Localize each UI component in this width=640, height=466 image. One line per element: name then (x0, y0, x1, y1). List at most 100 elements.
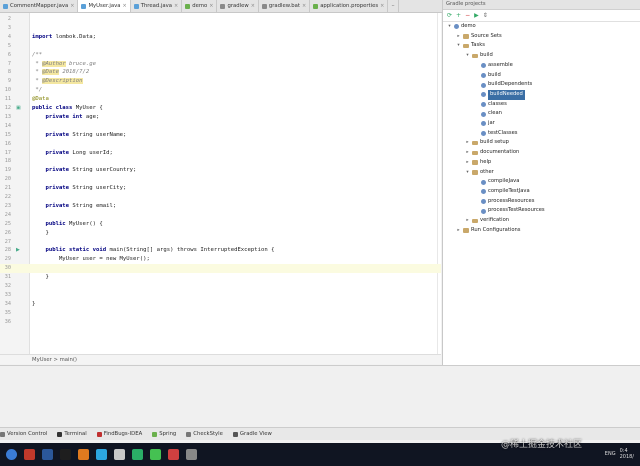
code-line[interactable]: 2 (0, 15, 441, 24)
code-line[interactable]: 11 @Data (0, 95, 441, 104)
taskbar-app-icon[interactable] (24, 449, 35, 460)
tab-0[interactable]: CommentMapper.java × (0, 0, 79, 12)
code-line[interactable]: 5 (0, 42, 441, 51)
chevron-right-icon[interactable]: ▸ (465, 148, 470, 158)
code-line[interactable]: 36 (0, 318, 441, 327)
close-icon[interactable]: × (70, 0, 74, 12)
close-icon[interactable]: × (174, 0, 178, 12)
taskbar-app-icon[interactable] (168, 449, 179, 460)
chevron-right-icon[interactable]: ▸ (465, 158, 470, 168)
tab-2[interactable]: Thread.java × (131, 0, 183, 12)
chevron-down-icon[interactable]: ▾ (465, 51, 470, 61)
remove-icon[interactable]: − (465, 12, 470, 19)
tab-6[interactable]: application.properties × (310, 0, 389, 12)
taskbar-app-icon[interactable] (96, 449, 107, 460)
code-line[interactable]: 17 private Long userId; (0, 149, 441, 158)
tab-overflow[interactable]: ·· (388, 0, 399, 12)
code-line[interactable]: 6 /** (0, 51, 441, 60)
tab-4[interactable]: gradlew × (217, 0, 259, 12)
gradle-tree-node[interactable]: ▸ build setup (465, 138, 509, 148)
add-icon[interactable]: + (456, 12, 461, 19)
taskbar-app-icon[interactable] (132, 449, 143, 460)
gradle-tree-node[interactable]: testClasses (474, 129, 518, 139)
code-line[interactable]: 10 */ (0, 86, 441, 95)
tool-window-3[interactable]: Spring (152, 431, 176, 437)
code-line[interactable]: 25 public MyUser() { (0, 220, 441, 229)
code-line[interactable]: 30 (0, 264, 441, 274)
close-icon[interactable]: × (251, 0, 255, 12)
code-line[interactable]: 9 * @Description (0, 77, 441, 86)
gradle-tree-node[interactable]: processResources (474, 197, 534, 207)
close-icon[interactable]: × (123, 0, 127, 12)
close-icon[interactable]: × (209, 0, 213, 12)
gradle-tree-node[interactable]: ▸ Run Configurations (456, 226, 520, 236)
chevron-right-icon[interactable]: ▸ (465, 216, 470, 226)
taskbar-app-icon[interactable] (6, 449, 17, 460)
chevron-right-icon[interactable]: ▸ (465, 138, 470, 148)
gradle-tree-node[interactable]: ▸ verification (465, 216, 509, 226)
tab-1[interactable]: MyUser.java × (78, 0, 131, 12)
taskbar-app-icon[interactable] (114, 449, 125, 460)
chevron-down-icon[interactable]: ▾ (456, 41, 461, 51)
gradle-tree-node[interactable]: assemble (474, 61, 513, 71)
code-line[interactable]: 22 (0, 193, 441, 202)
code-line[interactable]: 29 MyUser user = new MyUser(); (0, 255, 441, 264)
chevron-right-icon[interactable]: ▸ (456, 226, 461, 236)
code-line[interactable]: 7 * @Author bruce.ge (0, 60, 441, 69)
code-line[interactable]: 27 (0, 238, 441, 247)
taskbar-app-icon[interactable] (150, 449, 161, 460)
gradle-tree-node[interactable]: compileJava (474, 177, 519, 187)
tool-window-5[interactable]: Gradle View (232, 431, 272, 437)
tool-window-2[interactable]: FindBugs-IDEA (96, 431, 142, 437)
code-line[interactable]: 34} (0, 300, 441, 309)
language-indicator[interactable]: ENG (605, 451, 616, 457)
tool-window-0[interactable]: Version Control (0, 431, 47, 437)
breadcrumb[interactable]: MyUser > main() (0, 354, 441, 364)
gradle-tree-node[interactable]: processTestResources (474, 206, 545, 216)
code-line[interactable]: 28 public static void main(String[] args… (0, 246, 441, 255)
code-line[interactable]: 12 public class MyUser { (0, 104, 441, 113)
code-line[interactable]: 3 (0, 24, 441, 33)
gradle-tree-node[interactable]: buildDependents (474, 80, 532, 90)
gradle-tree-node[interactable]: classes (474, 100, 507, 110)
code-line[interactable]: 20 (0, 175, 441, 184)
code-line[interactable]: 4 import lombok.Data; (0, 33, 441, 42)
class-gutter-icon[interactable]: ▣ (16, 105, 21, 111)
code-line[interactable]: 16 (0, 140, 441, 149)
gradle-tree-node[interactable]: ▾ build (465, 51, 493, 61)
tool-window-4[interactable]: CheckStyle (186, 431, 223, 437)
code-line[interactable]: 19 private String userCountry; (0, 166, 441, 175)
code-line[interactable]: 13 private int age; (0, 113, 441, 122)
code-line[interactable]: 14 (0, 122, 441, 131)
chevron-right-icon[interactable]: ▸ (456, 32, 461, 42)
gradle-tree-node[interactable]: ▾ Tasks (456, 41, 485, 51)
code-line[interactable]: 18 (0, 157, 441, 166)
code-line[interactable]: 33 (0, 291, 441, 300)
code-line[interactable]: 8 * @Date 2018/7/2 (0, 68, 441, 77)
code-line[interactable]: 24 (0, 211, 441, 220)
code-line[interactable]: 26 } (0, 229, 441, 238)
code-line[interactable]: 23 private String email; (0, 202, 441, 211)
gradle-tree-node[interactable]: jar (474, 119, 495, 129)
gradle-tree-node[interactable]: ▸ documentation (465, 148, 519, 158)
gradle-tree-node[interactable]: build (474, 71, 501, 81)
close-icon[interactable]: × (302, 0, 306, 12)
tab-3[interactable]: demo × (182, 0, 218, 12)
code-line[interactable]: 32 (0, 282, 441, 291)
code-line[interactable]: 21 private String userCity; (0, 184, 441, 193)
gradle-tree-node[interactable]: clean (474, 109, 502, 119)
run-icon[interactable]: ▶ (474, 12, 479, 19)
clock-date[interactable]: 2018/ (620, 454, 634, 460)
chevron-down-icon[interactable]: ▾ (447, 22, 452, 32)
tab-5[interactable]: gradlew.bat × (259, 0, 311, 12)
gradle-tree-node[interactable]: ▾ other (465, 168, 494, 178)
gradle-tree-node[interactable]: ▾ demo (447, 22, 476, 32)
close-icon[interactable]: × (380, 0, 384, 12)
code-line[interactable]: 31 } (0, 273, 441, 282)
taskbar-app-icon[interactable] (78, 449, 89, 460)
chevron-down-icon[interactable]: ▾ (465, 168, 470, 178)
code-line[interactable]: 35 (0, 309, 441, 318)
gradle-tree-node[interactable]: buildNeeded (474, 89, 525, 100)
gradle-tree-node[interactable]: compileTestJava (474, 187, 530, 197)
run-gutter-icon[interactable]: ▶ (16, 247, 21, 253)
